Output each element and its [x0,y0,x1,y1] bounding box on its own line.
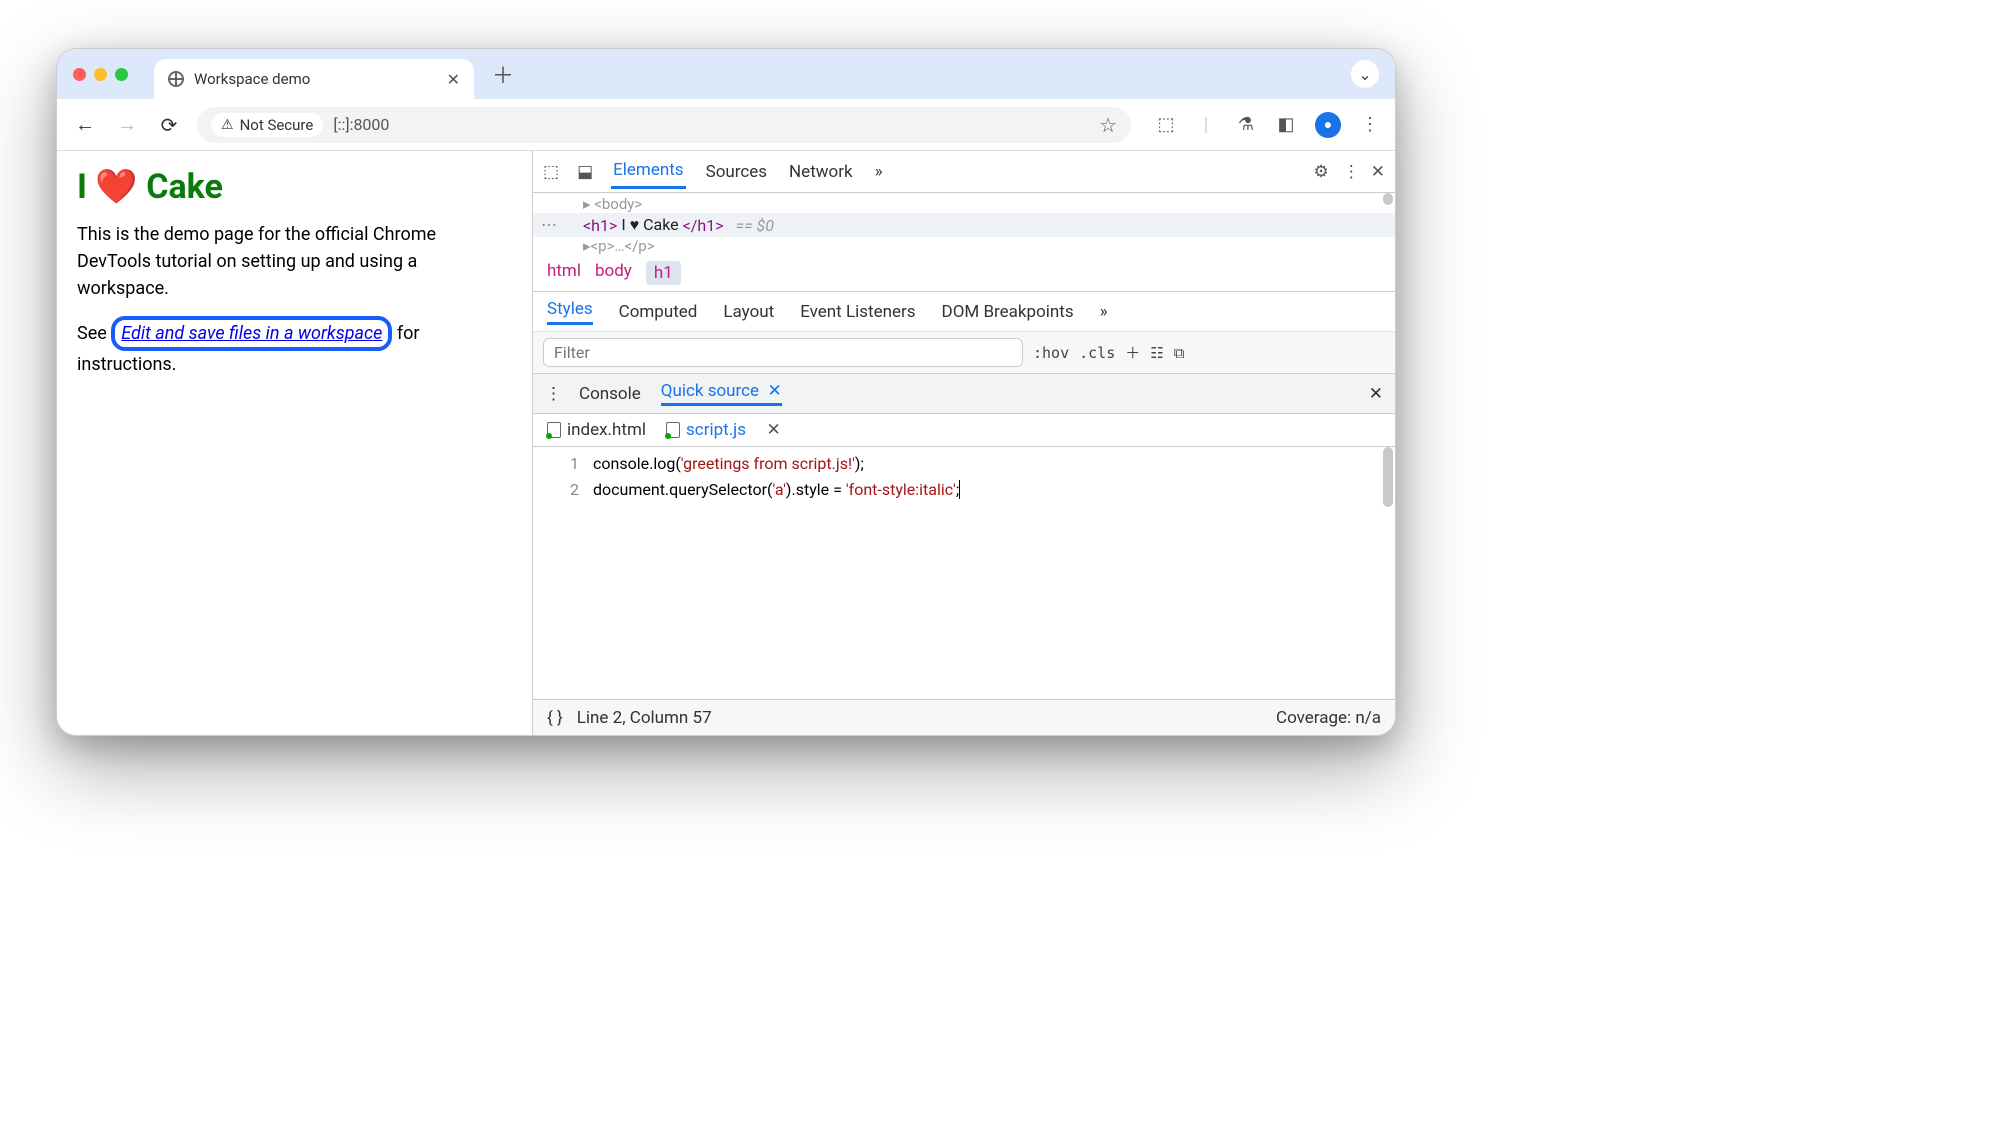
file-tabs: index.html script.js ✕ [533,414,1395,447]
highlighted-link: Edit and save files in a workspace [111,316,392,351]
dom-node-selected[interactable]: <h1>I ♥ Cake</h1>== $0 [533,213,1395,237]
drawer-tab-console[interactable]: Console [579,384,641,404]
drawer-tab-quick-source[interactable]: Quick source ✕ [661,381,782,406]
more-styles-tabs[interactable]: » [1100,302,1108,322]
dom-tree[interactable]: ▸ <body> ⋯ <h1>I ♥ Cake</h1>== $0 ▸<p>…<… [533,193,1395,255]
window-controls [73,68,128,81]
address-bar[interactable]: Not Secure [::]:8000 ☆ [197,107,1131,143]
file-icon [547,422,561,438]
page-heading: I ❤️ Cake [77,167,512,207]
workspace-tutorial-link[interactable]: Edit and save files in a workspace [121,323,382,344]
scrollbar-thumb[interactable] [1383,193,1393,205]
browser-tab[interactable]: Workspace demo ✕ [154,59,474,99]
breadcrumb-item[interactable]: html [547,261,581,285]
new-style-rule-icon[interactable]: ＋ [1125,342,1140,363]
tab-computed[interactable]: Computed [619,302,698,322]
menu-icon[interactable]: ⋮ [1359,114,1381,135]
back-button[interactable]: ← [71,112,99,137]
tab-event-listeners[interactable]: Event Listeners [800,302,915,322]
browser-window: Workspace demo ✕ ＋ ⌄ ← → ⟳ Not Secure [:… [56,48,1396,736]
tab-overflow-button[interactable]: ⌄ [1351,60,1379,88]
more-menu-icon[interactable]: ⋮ [1343,162,1357,182]
code-editor[interactable]: 1 2 console.log('greetings from script.j… [533,447,1395,699]
close-icon[interactable]: ✕ [768,381,782,401]
breadcrumb-item[interactable]: h1 [646,261,681,285]
tab-strip: Workspace demo ✕ ＋ ⌄ [57,49,1395,99]
tab-layout[interactable]: Layout [723,302,774,322]
coverage-status: Coverage: n/a [1276,708,1381,728]
close-icon[interactable]: ✕ [766,420,780,440]
separator: | [1195,114,1217,135]
forward-button[interactable]: → [113,112,141,137]
reload-button[interactable]: ⟳ [155,113,183,137]
gutter: 1 2 [533,451,593,695]
tab-elements[interactable]: Elements [611,154,685,189]
cursor [959,480,960,499]
tab-network[interactable]: Network [787,156,855,188]
dom-node[interactable]: ▸ <body> [533,195,1395,213]
labs-icon[interactable]: ⚗ [1235,114,1257,135]
source-text[interactable]: console.log('greetings from script.js!')… [593,451,960,695]
new-tab-button[interactable]: ＋ [492,58,514,90]
devtools-panel: ⬚ ⬓ Elements Sources Network » ⚙ ⋮ ✕ ▸ <… [532,151,1395,735]
close-devtools-icon[interactable]: ✕ [1371,162,1385,182]
globe-icon [168,71,184,87]
settings-gear-icon[interactable]: ⚙ [1314,162,1329,182]
dom-overflow-icon[interactable]: ⋯ [541,215,557,234]
close-tab-icon[interactable]: ✕ [447,70,460,89]
close-window-button[interactable] [73,68,86,81]
tab-title: Workspace demo [194,70,310,88]
device-toolbar-icon[interactable]: ⬓ [577,162,593,182]
styles-tabs: Styles Computed Layout Event Listeners D… [533,292,1395,332]
more-tabs-button[interactable]: » [873,156,885,188]
panel-icon[interactable]: ◧ [1275,114,1297,135]
styles-filter-bar: :hov .cls ＋ ☷ ⧉ [533,332,1395,374]
drawer-menu-icon[interactable]: ⋮ [545,384,559,404]
dom-node[interactable]: ▸<p>…</p> [533,237,1395,255]
scrollbar-thumb[interactable] [1383,447,1393,507]
inspect-icon[interactable]: ⬚ [543,162,559,182]
url-text: [::]:8000 [333,115,389,134]
page-paragraph: See Edit and save files in a workspace f… [77,316,512,378]
file-tab-index-html[interactable]: index.html [547,420,646,440]
devtools-main-tabs: ⬚ ⬓ Elements Sources Network » ⚙ ⋮ ✕ [533,151,1395,193]
tab-dom-breakpoints[interactable]: DOM Breakpoints [942,302,1074,322]
file-icon [666,422,680,438]
toolbar: ← → ⟳ Not Secure [::]:8000 ☆ ⬚ | ⚗ ◧ ● ⋮ [57,99,1395,151]
cursor-position: Line 2, Column 57 [577,708,712,728]
tab-styles[interactable]: Styles [547,299,593,325]
rendered-page: I ❤️ Cake This is the demo page for the … [57,151,532,735]
bookmark-icon[interactable]: ☆ [1099,113,1117,137]
pretty-print-icon[interactable]: { } [547,708,563,728]
tab-sources[interactable]: Sources [704,156,769,188]
profile-avatar[interactable]: ● [1315,112,1341,138]
cls-toggle[interactable]: .cls [1079,344,1115,362]
extensions-icon[interactable]: ⬚ [1155,114,1177,135]
breadcrumb-item[interactable]: body [595,261,632,285]
editor-status-bar: { } Line 2, Column 57 Coverage: n/a [533,699,1395,735]
computed-styles-icon[interactable]: ☷ [1150,344,1163,362]
hov-toggle[interactable]: :hov [1033,344,1069,362]
page-paragraph: This is the demo page for the official C… [77,221,512,302]
minimize-window-button[interactable] [94,68,107,81]
close-drawer-icon[interactable]: ✕ [1369,384,1383,404]
drawer-tabs: ⋮ Console Quick source ✕ ✕ [533,374,1395,414]
file-tab-script-js[interactable]: script.js ✕ [666,420,781,440]
security-chip[interactable]: Not Secure [211,113,323,137]
styles-filter-input[interactable] [543,338,1023,367]
toolbar-icons: ⬚ | ⚗ ◧ ● ⋮ [1155,112,1381,138]
dom-breadcrumb: html body h1 [533,255,1395,292]
fullscreen-window-button[interactable] [115,68,128,81]
toggle-sidebar-icon[interactable]: ⧉ [1174,344,1185,362]
